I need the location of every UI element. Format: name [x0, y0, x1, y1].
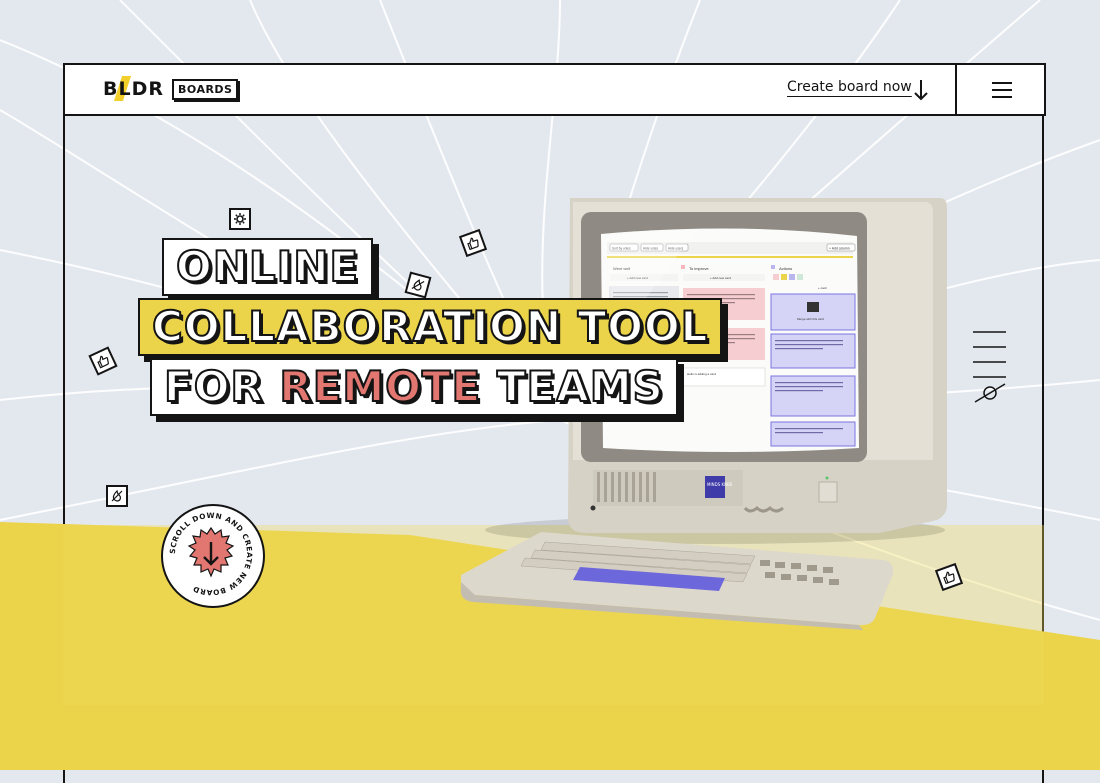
- hamburger-icon: [991, 81, 1012, 98]
- logo[interactable]: BLDR BOARDS: [103, 76, 239, 101]
- gear-icon: [229, 208, 251, 230]
- screen-typing-card: Hello is adding a card: [687, 372, 716, 376]
- headline-line-3: FOR REMOTE TEAMS: [150, 358, 678, 416]
- screen-column-3-add: + card: [818, 286, 827, 290]
- screen-column-2-title: To improve: [689, 266, 709, 271]
- hamburger-menu-button[interactable]: [955, 65, 1046, 114]
- logo-wordmark: BLDR: [103, 76, 164, 101]
- decorative-lines: [973, 331, 1006, 403]
- highlight-word: REMOTE: [278, 362, 482, 411]
- headline-line-1: ONLINE: [162, 238, 374, 296]
- scroll-down-badge[interactable]: SCROLL DOWN AND CREATE NEW BOARD: [161, 504, 265, 608]
- arrow-down-icon[interactable]: [913, 79, 929, 101]
- screen-add-column-button: + Add column: [829, 247, 850, 251]
- no-fire-icon: [106, 485, 128, 507]
- scroll-badge-graphic: SCROLL DOWN AND CREATE NEW BOARD: [168, 511, 254, 597]
- headline-line-2: COLLABORATION TOOL: [138, 298, 723, 356]
- create-board-link[interactable]: Create board now: [787, 79, 912, 95]
- screen-merge-label: Merge with this card: [797, 317, 824, 321]
- screen-column-3-title: Actions: [779, 266, 792, 271]
- logo-badge: BOARDS: [172, 78, 239, 100]
- screen-column-2-add: + Add new card: [710, 276, 731, 280]
- top-navigation-bar: BLDR BOARDS Create board now: [63, 63, 1046, 116]
- screen-brand-label: MINDS KNBS: [707, 482, 733, 487]
